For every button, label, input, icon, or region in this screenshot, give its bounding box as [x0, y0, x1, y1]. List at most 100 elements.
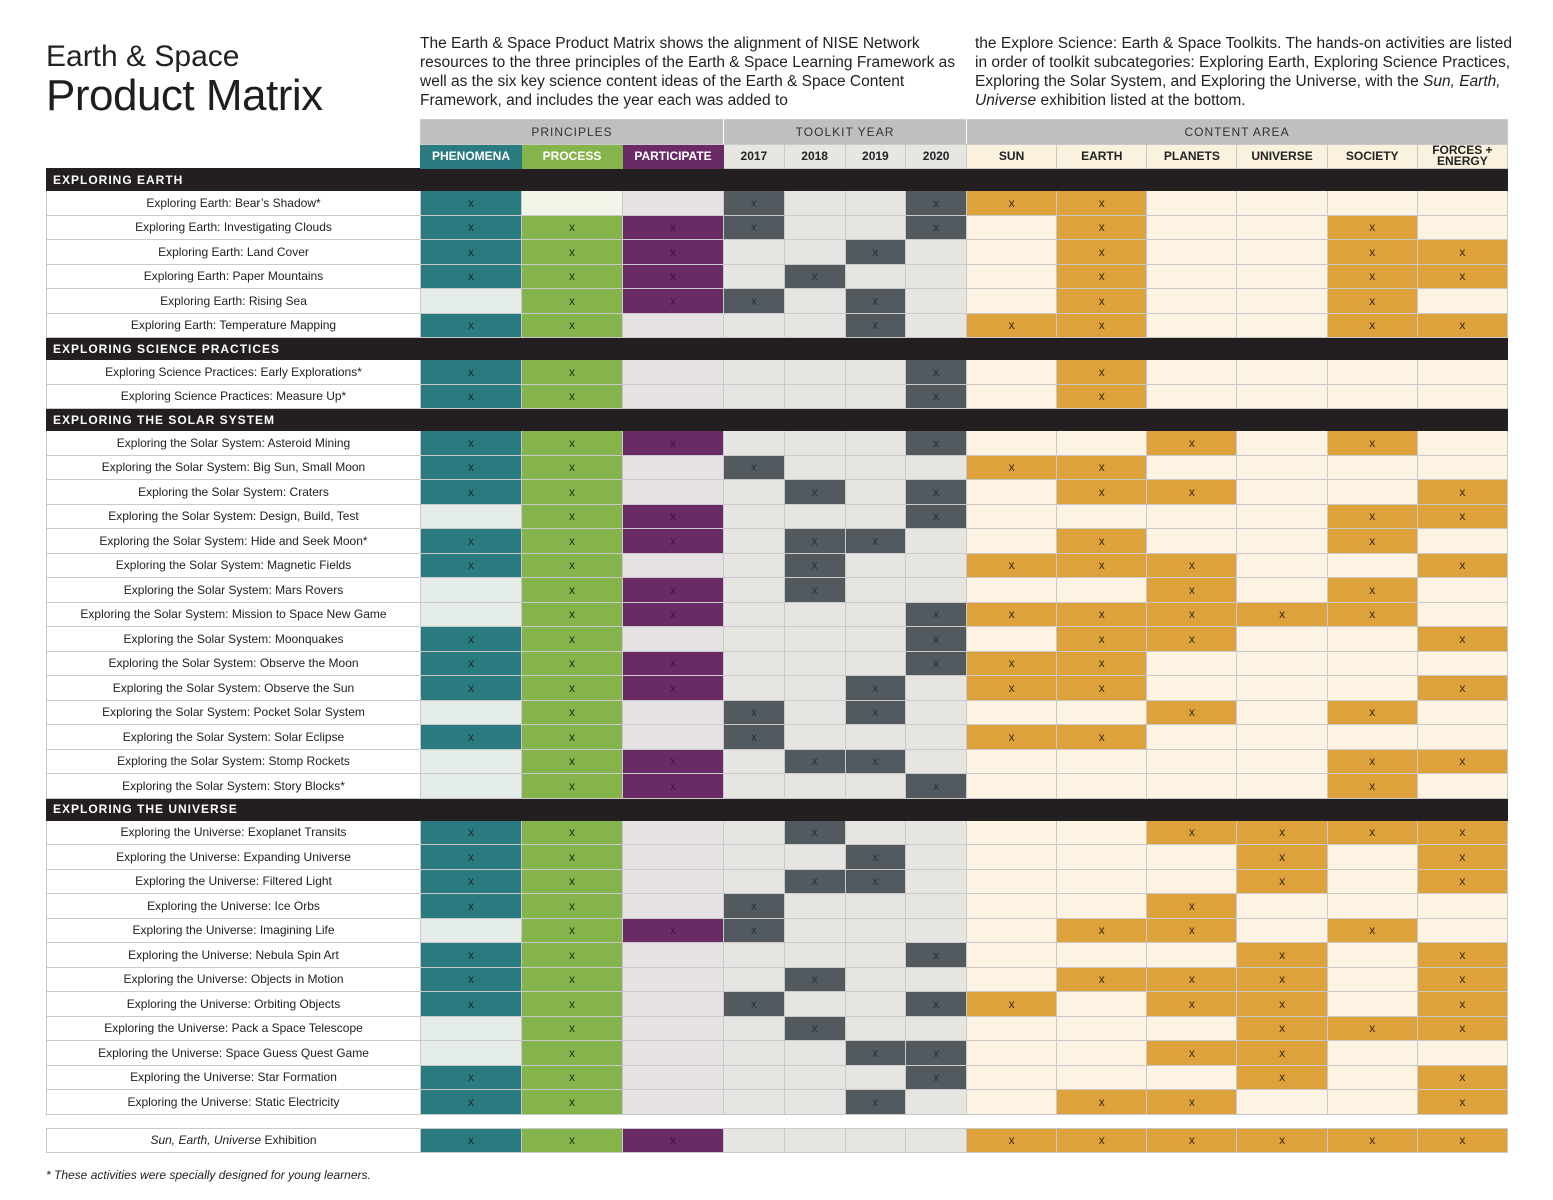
cell-2018: x: [783, 577, 846, 603]
cell-participate: x: [622, 263, 724, 289]
cell-universe: [1236, 577, 1328, 603]
activity-label: Exploring the Solar System: Asteroid Min…: [46, 430, 421, 456]
cell-2018: [783, 383, 846, 409]
cell-phenomena: x: [420, 1064, 522, 1090]
header-blank: [46, 144, 421, 169]
cell-2019: [844, 819, 907, 845]
activity-label: Exploring the Solar System: Moonquakes: [46, 626, 421, 652]
cell-participate: x: [622, 650, 724, 676]
cell-forces-energy: [1416, 650, 1509, 676]
activity-label: Exploring the Universe: Space Guess Ques…: [46, 1040, 421, 1066]
cell-universe: x: [1236, 1127, 1328, 1153]
cell-process: x: [521, 748, 623, 774]
cell-sun: [966, 383, 1058, 409]
cell-earth: x: [1056, 917, 1148, 943]
cell-2018: [783, 430, 846, 456]
cell-participate: [622, 1064, 724, 1090]
cell-2020: [905, 528, 968, 554]
cell-planets: [1146, 942, 1238, 968]
column-header-2020: 2020: [905, 143, 968, 169]
table-row: Exploring the Universe: Space Guess Ques…: [46, 1040, 1509, 1066]
cell-forces-energy: x: [1416, 239, 1509, 265]
cell-forces-energy: x: [1416, 966, 1509, 992]
cell-2018: [783, 893, 846, 919]
cell-planets: [1146, 288, 1238, 314]
cell-earth: [1056, 430, 1148, 456]
cell-society: x: [1326, 699, 1418, 725]
cell-2018: x: [783, 552, 846, 578]
cell-2020: [905, 454, 968, 480]
cell-phenomena: x: [420, 844, 522, 870]
table-row: Exploring the Solar System: Moonquakes x x…: [46, 626, 1509, 652]
cell-universe: [1236, 263, 1328, 289]
cell-forces-energy: x: [1416, 748, 1509, 774]
cell-universe: [1236, 239, 1328, 265]
column-header-participate: PARTICIPATE: [622, 143, 724, 169]
cell-2018: [783, 675, 846, 701]
cell-phenomena: x: [420, 991, 522, 1017]
cell-2020: [905, 724, 968, 750]
cell-society: x: [1326, 312, 1418, 338]
cell-2019: x: [844, 868, 907, 894]
activity-label: Exploring Earth: Rising Sea: [46, 288, 421, 314]
cell-process: x: [521, 601, 623, 627]
cell-forces-energy: x: [1416, 868, 1509, 894]
cell-sun: [966, 893, 1058, 919]
activity-label: Exploring Earth: Temperature Mapping: [46, 312, 421, 338]
cell-forces-energy: x: [1416, 1089, 1509, 1115]
table-row: Exploring the Solar System: Stomp Rocket…: [46, 748, 1509, 774]
column-header-society: SOCIETY: [1326, 143, 1418, 169]
cell-planets: [1146, 773, 1238, 799]
cell-participate: x: [622, 503, 724, 529]
cell-planets: x: [1146, 893, 1238, 919]
cell-phenomena: x: [420, 819, 522, 845]
cell-forces-energy: [1416, 214, 1509, 240]
cell-earth: x: [1056, 1089, 1148, 1115]
cell-phenomena: x: [420, 724, 522, 750]
cell-forces-energy: [1416, 528, 1509, 554]
cell-2017: [723, 383, 785, 409]
group-header-principles: PRINCIPLES: [420, 119, 724, 145]
cell-2019: [844, 359, 907, 385]
cell-2019: [844, 263, 907, 289]
cell-2019: [844, 966, 907, 992]
cell-society: [1326, 552, 1418, 578]
section-header-row: EXPLORING EARTH: [46, 168, 1508, 191]
cell-process: x: [521, 650, 623, 676]
cell-forces-energy: [1416, 454, 1509, 480]
cell-forces-energy: [1416, 724, 1509, 750]
cell-2020: x: [905, 626, 968, 652]
cell-2017: x: [723, 917, 785, 943]
table-row: Exploring the Universe: Static Electrici…: [46, 1089, 1509, 1115]
table-row: Exploring the Universe: Objects in Motio…: [46, 966, 1509, 992]
cell-2019: [844, 1015, 907, 1041]
cell-2019: [844, 479, 907, 505]
cell-2017: [723, 748, 785, 774]
cell-planets: [1146, 1015, 1238, 1041]
cell-universe: x: [1236, 1040, 1328, 1066]
cell-2019: [844, 626, 907, 652]
cell-2020: [905, 844, 968, 870]
cell-society: x: [1326, 263, 1418, 289]
cell-society: [1326, 724, 1418, 750]
column-header-2019: 2019: [844, 143, 907, 169]
cell-earth: x: [1056, 650, 1148, 676]
cell-2020: [905, 312, 968, 338]
cell-phenomena: x: [420, 528, 522, 554]
cell-universe: [1236, 552, 1328, 578]
cell-2018: [783, 454, 846, 480]
cell-2018: [783, 239, 846, 265]
cell-participate: [622, 383, 724, 409]
cell-earth: [1056, 991, 1148, 1017]
cell-universe: x: [1236, 819, 1328, 845]
cell-process: x: [521, 773, 623, 799]
cell-process: x: [521, 819, 623, 845]
cell-society: x: [1326, 577, 1418, 603]
cell-2017: [723, 1015, 785, 1041]
cell-planets: [1146, 190, 1238, 216]
cell-society: [1326, 1064, 1418, 1090]
cell-forces-energy: [1416, 773, 1509, 799]
cell-earth: [1056, 893, 1148, 919]
cell-2020: x: [905, 214, 968, 240]
cell-2018: [783, 214, 846, 240]
